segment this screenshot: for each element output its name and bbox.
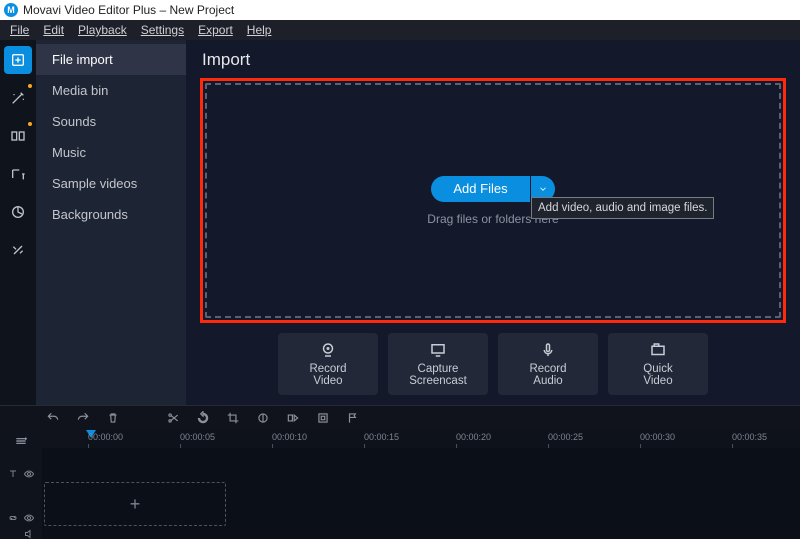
sidebar-item-backgrounds[interactable]: Backgrounds xyxy=(36,199,186,230)
capture-screencast-button[interactable]: CaptureScreencast xyxy=(388,333,488,395)
timeline: 00:00:00 00:00:05 00:00:10 00:00:15 00:0… xyxy=(0,405,800,539)
rail-titles-button[interactable] xyxy=(4,160,32,188)
trash-icon xyxy=(106,411,120,425)
timeline-toolbar xyxy=(0,406,800,430)
properties-icon xyxy=(316,411,330,425)
title-track-controls xyxy=(7,468,35,480)
redo-button[interactable] xyxy=(76,411,90,425)
menu-edit[interactable]: Edit xyxy=(43,23,64,37)
undo-icon xyxy=(46,411,60,425)
color-adjust-button[interactable] xyxy=(256,411,270,425)
quick-video-icon xyxy=(649,341,667,359)
sidebar-item-sample-videos[interactable]: Sample videos xyxy=(36,168,186,199)
app-shell: File Edit Playback Settings Export Help xyxy=(0,20,800,539)
plus-icon xyxy=(10,52,26,68)
add-files-button[interactable]: Add Files xyxy=(431,176,529,202)
ruler-tick: 00:00:20 xyxy=(456,432,491,442)
timeline-ruler[interactable]: 00:00:00 00:00:05 00:00:10 00:00:15 00:0… xyxy=(84,430,800,448)
add-files-tooltip: Add video, audio and image files. xyxy=(531,197,714,219)
ruler-tick: 00:00:10 xyxy=(272,432,307,442)
ruler-tick: 00:00:35 xyxy=(732,432,767,442)
rail-more-tools-button[interactable] xyxy=(4,236,32,264)
webcam-icon xyxy=(319,341,337,359)
chevron-down-icon xyxy=(538,184,548,194)
sidebar-item-media-bin[interactable]: Media bin xyxy=(36,75,186,106)
menu-settings[interactable]: Settings xyxy=(141,23,184,37)
ruler-tick: 00:00:00 xyxy=(88,432,123,442)
rail-transitions-button[interactable] xyxy=(4,122,32,150)
menubar: File Edit Playback Settings Export Help xyxy=(0,20,800,40)
record-audio-button[interactable]: RecordAudio xyxy=(498,333,598,395)
mic-icon xyxy=(539,341,557,359)
rotate-button[interactable] xyxy=(196,411,210,425)
window-title: Movavi Video Editor Plus – New Project xyxy=(23,3,234,17)
ruler-tick: 00:00:05 xyxy=(180,432,215,442)
crop-button[interactable] xyxy=(226,411,240,425)
flag-icon xyxy=(346,411,360,425)
adjust-icon xyxy=(256,411,270,425)
stickers-icon xyxy=(10,204,26,220)
visibility-icon[interactable] xyxy=(23,468,35,480)
undo-button[interactable] xyxy=(46,411,60,425)
new-badge-icon xyxy=(28,122,32,126)
visibility-icon[interactable] xyxy=(23,512,35,524)
import-sidebar: File import Media bin Sounds Music Sampl… xyxy=(36,40,186,405)
empty-clip-slot[interactable]: + xyxy=(44,482,226,526)
crop-icon xyxy=(226,411,240,425)
scissors-icon xyxy=(166,411,180,425)
content-panel: Import Add Files Drag files or folders h… xyxy=(186,40,800,405)
tools-icon xyxy=(10,242,26,258)
clip-transition-icon xyxy=(286,411,300,425)
menu-playback[interactable]: Playback xyxy=(78,23,127,37)
title-track-icon xyxy=(7,468,19,480)
markers-button[interactable] xyxy=(346,411,360,425)
capture-options-row: RecordVideo CaptureScreencast RecordAudi… xyxy=(200,333,786,395)
rail-filters-button[interactable] xyxy=(4,84,32,112)
wand-icon xyxy=(10,90,26,106)
add-files-label: Add Files xyxy=(453,181,507,196)
timeline-tracks[interactable]: + xyxy=(42,448,800,539)
quick-video-button[interactable]: QuickVideo xyxy=(608,333,708,395)
window-titlebar: M Movavi Video Editor Plus – New Project xyxy=(0,0,800,20)
add-track-button[interactable] xyxy=(14,434,28,448)
file-dropzone[interactable]: Add Files Drag files or folders here Add… xyxy=(205,83,781,318)
redo-icon xyxy=(76,411,90,425)
titles-icon xyxy=(10,166,26,182)
transition-wizard-button[interactable] xyxy=(286,411,300,425)
sidebar-item-sounds[interactable]: Sounds xyxy=(36,106,186,137)
rail-import-button[interactable] xyxy=(4,46,32,74)
video-track-controls xyxy=(7,512,35,524)
screen-icon xyxy=(429,341,447,359)
record-video-button[interactable]: RecordVideo xyxy=(278,333,378,395)
rail-stickers-button[interactable] xyxy=(4,198,32,226)
main-area: File import Media bin Sounds Music Sampl… xyxy=(0,40,800,405)
audio-track-controls xyxy=(7,528,35,539)
transitions-icon xyxy=(10,128,26,144)
ruler-tick: 00:00:15 xyxy=(364,432,399,442)
link-track-icon[interactable] xyxy=(7,512,19,524)
delete-button[interactable] xyxy=(106,411,120,425)
split-button[interactable] xyxy=(166,411,180,425)
ruler-tick: 00:00:30 xyxy=(640,432,675,442)
sidebar-item-music[interactable]: Music xyxy=(36,137,186,168)
rotate-icon xyxy=(196,411,210,425)
app-logo-icon: M xyxy=(4,3,18,17)
add-clip-label: + xyxy=(130,494,141,515)
timeline-track-header xyxy=(0,430,42,539)
new-badge-icon xyxy=(28,84,32,88)
panel-title: Import xyxy=(202,50,786,70)
mute-icon[interactable] xyxy=(23,528,35,539)
clip-properties-button[interactable] xyxy=(316,411,330,425)
menu-help[interactable]: Help xyxy=(247,23,272,37)
ruler-tick: 00:00:25 xyxy=(548,432,583,442)
sidebar-item-file-import[interactable]: File import xyxy=(36,44,186,75)
menu-file[interactable]: File xyxy=(10,23,29,37)
menu-export[interactable]: Export xyxy=(198,23,233,37)
add-track-icon xyxy=(14,434,28,448)
highlight-box: Add Files Drag files or folders here Add… xyxy=(200,78,786,323)
left-tool-rail xyxy=(0,40,36,405)
